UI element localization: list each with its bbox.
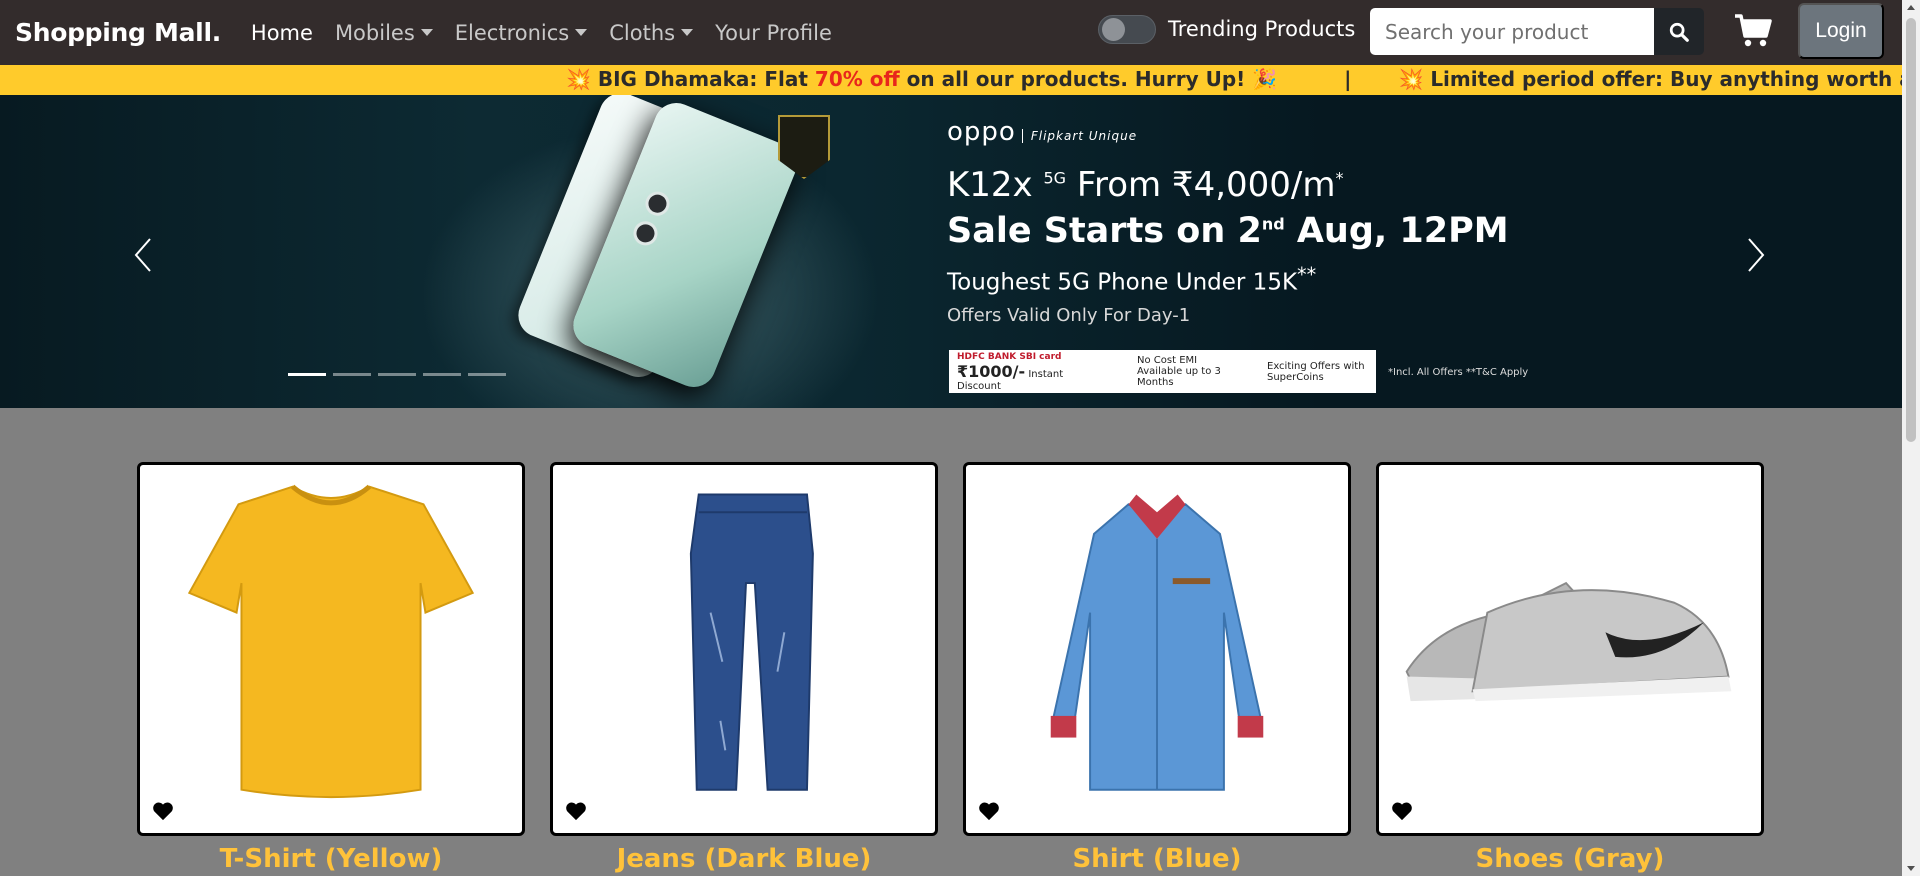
nav-links: Home Mobiles Electronics Cloths Your Pro… xyxy=(251,21,854,45)
chevron-down-icon xyxy=(420,29,433,36)
search-button[interactable] xyxy=(1654,8,1704,55)
heart-icon[interactable] xyxy=(152,801,174,821)
nav-electronics-label: Electronics xyxy=(454,20,570,45)
explosion-icon: 💥 xyxy=(1398,67,1424,91)
nav-your-profile-label: Your Profile xyxy=(715,20,832,45)
offer-discount-amount: ₹1000/- xyxy=(957,361,1026,381)
scroll-thumb[interactable] xyxy=(1906,18,1916,442)
tshirt-image xyxy=(187,484,475,799)
banner-line3: Toughest 5G Phone Under 15K** xyxy=(947,263,1316,296)
heart-icon[interactable] xyxy=(978,801,1000,821)
product-title[interactable]: Jeans (Dark Blue) xyxy=(550,844,938,874)
ticker-msg1-highlight: 70% off xyxy=(814,67,900,91)
banner-line1-star: * xyxy=(1335,168,1344,188)
banner-brand-partner: Flipkart Unique xyxy=(1021,129,1138,143)
chevron-left-icon xyxy=(134,238,151,272)
carousel-prev-button[interactable] xyxy=(132,235,154,275)
trending-products-toggle[interactable] xyxy=(1098,15,1156,44)
offer-discount: ₹1000/- Instant Discount xyxy=(957,362,1107,392)
banner-carousel: oppo Flipkart Unique K12x 5G From ₹4,000/… xyxy=(0,95,1902,408)
product-card-shoes[interactable] xyxy=(1376,462,1764,836)
ticker-content: 💥 BIG Dhamaka: Flat 70% off on all our p… xyxy=(566,67,1902,91)
nav-your-profile[interactable]: Your Profile xyxy=(715,21,832,45)
login-button[interactable]: Login xyxy=(1798,3,1884,59)
product-title[interactable]: Shirt (Blue) xyxy=(963,844,1351,874)
trending-products-label: Trending Products xyxy=(1168,17,1356,41)
ticker-msg1-post: on all our products. Hurry Up! xyxy=(899,67,1246,91)
offer-bank: HDFC BANK SBI card ₹1000/- Instant Disco… xyxy=(957,352,1107,392)
carousel-next-button[interactable] xyxy=(1745,235,1767,275)
offer-emi: No Cost EMI Available up to 3 Months xyxy=(1137,355,1221,388)
offer-ticker: 💥 BIG Dhamaka: Flat 70% off on all our p… xyxy=(0,65,1902,95)
carousel-indicator[interactable] xyxy=(378,373,416,376)
ticker-separator: | xyxy=(1344,67,1352,91)
heart-icon[interactable] xyxy=(565,801,587,821)
nav-mobiles-dropdown[interactable]: Mobiles xyxy=(335,21,433,45)
carousel-indicator[interactable] xyxy=(288,373,326,376)
jeans-image xyxy=(689,493,814,791)
scroll-up-arrow[interactable] xyxy=(1907,5,1915,10)
nav-electronics-dropdown[interactable]: Electronics xyxy=(454,20,588,45)
banner-line2-sup: nd xyxy=(1261,214,1285,234)
explosion-icon: 💥 xyxy=(566,67,591,91)
product-card-shirt[interactable] xyxy=(963,462,1351,836)
carousel-indicator[interactable] xyxy=(423,373,461,376)
banner-line3-text: Toughest 5G Phone Under 15K xyxy=(947,269,1298,296)
toggle-knob xyxy=(1102,18,1125,41)
offer-bank-names: HDFC BANK SBI card xyxy=(957,351,1062,362)
product-title[interactable]: T-Shirt (Yellow) xyxy=(137,844,525,874)
search-icon xyxy=(1669,22,1689,42)
nav-cloths-dropdown[interactable]: Cloths xyxy=(609,20,694,45)
cart-button[interactable] xyxy=(1733,13,1773,49)
nav-home-label: Home xyxy=(250,20,313,45)
chevron-right-icon xyxy=(1748,238,1765,272)
chevron-down-icon xyxy=(575,29,588,36)
banner-line2: Sale Starts on 2nd Aug, 12PM xyxy=(947,211,1509,251)
chevron-down-icon xyxy=(681,29,694,36)
product-grid: T-Shirt (Yellow) Jeans (Dark Blue) Shirt… xyxy=(0,408,1902,876)
scroll-down-arrow[interactable] xyxy=(1907,866,1915,871)
banner-line4: Offers Valid Only For Day-1 xyxy=(947,305,1191,326)
banner-brand-name: oppo xyxy=(947,117,1016,147)
cart-icon xyxy=(1735,14,1772,47)
banner-line2-post: Aug, 12PM xyxy=(1296,211,1509,251)
product-card-jeans[interactable] xyxy=(550,462,938,836)
ticker-msg2: Limited period offer: Buy anything worth… xyxy=(1430,67,1902,91)
nav-mobiles-label: Mobiles xyxy=(334,20,415,45)
page-scrollbar[interactable] xyxy=(1902,0,1920,876)
carousel-indicators xyxy=(288,373,513,376)
offer-supercoins: Exciting Offers with SuperCoins xyxy=(1267,360,1365,383)
heart-icon[interactable] xyxy=(1391,801,1413,821)
banner-line1-sup: 5G xyxy=(1043,168,1067,188)
party-popper-icon: 🎉 xyxy=(1252,67,1278,91)
banner-line1-price: From ₹4,000/m xyxy=(1076,165,1336,205)
banner-line1: K12x 5G From ₹4,000/m* xyxy=(947,165,1343,205)
nav-cloths-label: Cloths xyxy=(609,20,676,45)
banner-line3-sup: ** xyxy=(1297,263,1317,286)
banner-offer-box: HDFC BANK SBI card ₹1000/- Instant Disco… xyxy=(949,350,1376,393)
product-card-tshirt[interactable] xyxy=(137,462,525,836)
carousel-indicator[interactable] xyxy=(333,373,371,376)
banner-note: *Incl. All Offers **T&C Apply xyxy=(1388,367,1529,378)
carousel-indicator[interactable] xyxy=(468,373,506,376)
shoes-image xyxy=(1405,581,1732,702)
ticker-msg1-pre: BIG Dhamaka: Flat xyxy=(597,67,815,91)
banner-line2-pre: Sale Starts on 2 xyxy=(947,211,1262,251)
brand-logo[interactable]: Shopping Mall. xyxy=(15,18,221,47)
banner-line1-model: K12x xyxy=(947,165,1033,205)
navbar: Shopping Mall. Home Mobiles Electronics … xyxy=(0,0,1902,65)
camera-lens xyxy=(641,188,674,220)
nav-home[interactable]: Home xyxy=(251,21,313,45)
product-title[interactable]: Shoes (Gray) xyxy=(1376,844,1764,874)
banner-brand: oppo Flipkart Unique xyxy=(947,117,1138,147)
shirt-image xyxy=(1050,494,1264,791)
search-input[interactable] xyxy=(1370,8,1654,55)
camera-lens xyxy=(629,217,662,249)
